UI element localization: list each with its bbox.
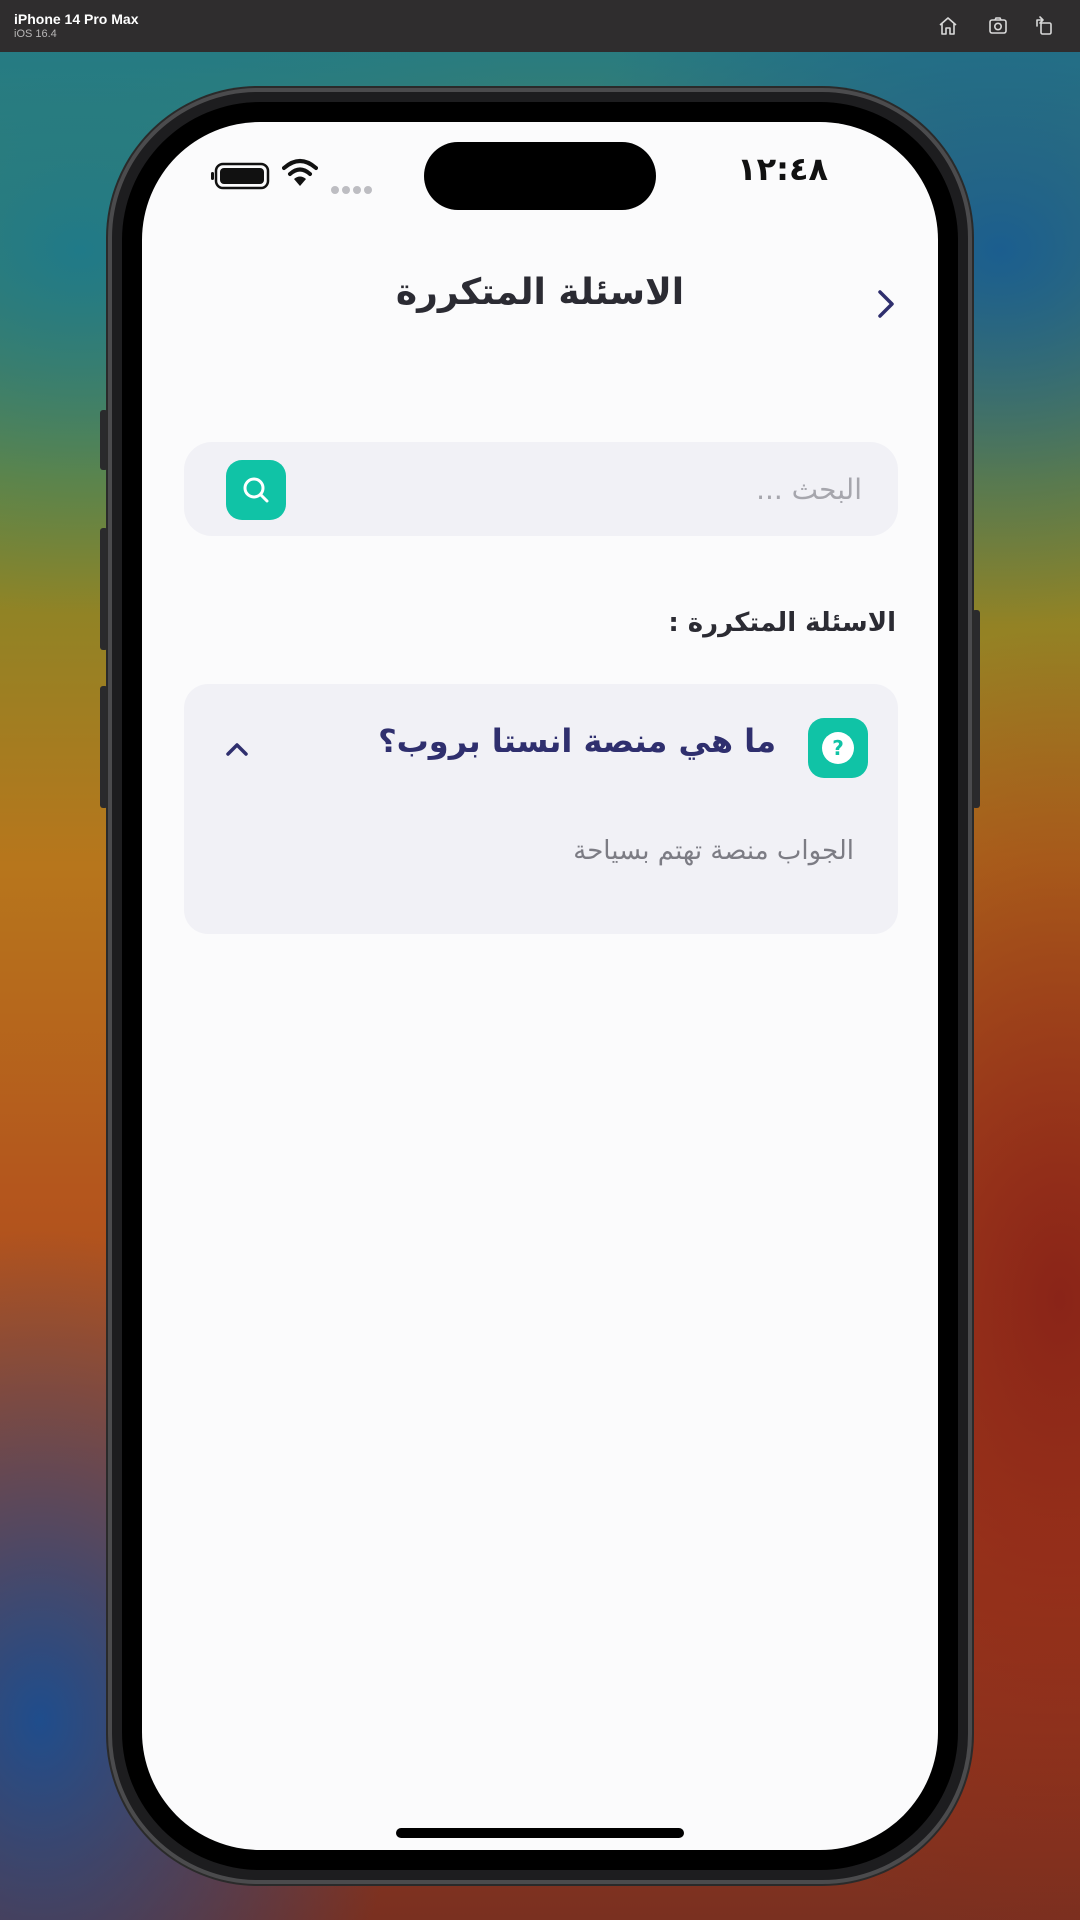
faq-question: ما هي منصة انستا بروب؟ (378, 722, 776, 760)
search-button[interactable] (226, 460, 286, 520)
simulator-title-bar: iPhone 14 Pro Max iOS 16.4 (0, 0, 1080, 52)
home-icon[interactable] (936, 14, 960, 38)
battery-icon (210, 162, 272, 190)
page-title: الاسئلة المتكررة (395, 272, 685, 313)
search-input[interactable] (302, 442, 862, 536)
volume-down-button (100, 686, 108, 808)
mute-switch (100, 410, 108, 470)
faq-item[interactable]: ? ما هي منصة انستا بروب؟ الجواب منصة تهت… (184, 684, 898, 934)
dynamic-island (424, 142, 656, 210)
signal-dots-icon (330, 180, 374, 194)
chevron-up-icon (226, 743, 248, 756)
svg-text:?: ? (832, 736, 844, 760)
wifi-icon (282, 158, 318, 188)
search-bar (184, 442, 898, 536)
back-button[interactable] (872, 284, 900, 324)
faq-answer: الجواب منصة تهتم بسياحة (573, 836, 854, 866)
app-screen: ١٢:٤٨ الاسئلة المتكررة الاسئلة المتكررة … (142, 122, 938, 1850)
chevron-right-icon (878, 290, 894, 318)
device-name: iPhone 14 Pro Max (14, 11, 139, 27)
faq-section-heading: الاسئلة المتكررة : (668, 608, 896, 638)
os-version: iOS 16.4 (14, 28, 57, 40)
screenshot-icon[interactable] (986, 14, 1010, 38)
power-button (972, 610, 980, 808)
status-time: ١٢:٤٨ (737, 150, 828, 188)
volume-up-button (100, 528, 108, 650)
home-indicator[interactable] (396, 1828, 684, 1838)
rotate-icon[interactable] (1032, 14, 1056, 38)
question-icon: ? (822, 732, 854, 764)
search-icon (243, 477, 269, 503)
faq-question-badge: ? (808, 718, 868, 778)
faq-toggle-button[interactable] (222, 736, 252, 762)
